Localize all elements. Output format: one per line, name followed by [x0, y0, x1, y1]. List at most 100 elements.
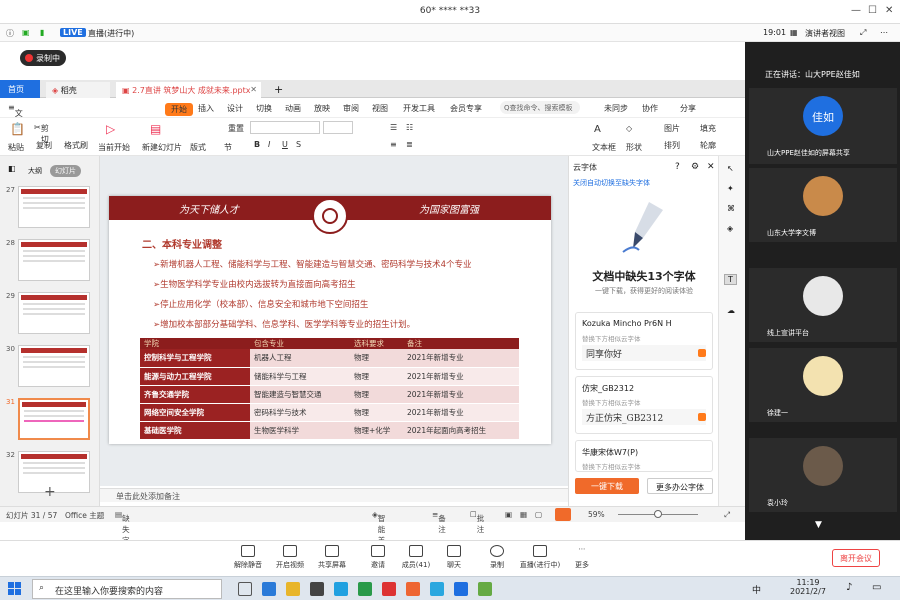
- notes-toggle[interactable]: ≡ 备注: [432, 510, 446, 534]
- paste-icon[interactable]: 📋: [10, 122, 25, 136]
- download-all-button[interactable]: 一键下载: [575, 478, 639, 494]
- chrome-icon[interactable]: [430, 582, 444, 596]
- new-tab-icon[interactable]: +: [268, 80, 289, 96]
- font-name-select[interactable]: [250, 121, 320, 134]
- help-icon[interactable]: ?: [675, 162, 680, 172]
- wechat-icon[interactable]: [358, 582, 372, 596]
- system-clock[interactable]: 11:19 2021/2/7: [790, 578, 826, 596]
- grid-icon[interactable]: ▦: [790, 28, 798, 37]
- menu-collab[interactable]: 协作: [642, 103, 658, 114]
- fit-window-icon[interactable]: ⤢: [724, 510, 730, 520]
- font-tool-icon[interactable]: T: [724, 274, 737, 285]
- notes-placeholder[interactable]: 单击此处添加备注: [116, 491, 180, 502]
- info-icon[interactable]: ⓘ: [6, 28, 14, 39]
- more-fonts-button[interactable]: 更多办公字体: [647, 478, 713, 494]
- minimize-icon[interactable]: —: [851, 5, 861, 16]
- zoom-slider-handle[interactable]: [654, 510, 662, 518]
- slide-thumb-27[interactable]: [18, 186, 90, 228]
- leave-meeting-button[interactable]: 离开会议: [832, 549, 880, 567]
- reset-button[interactable]: 重置: [228, 123, 244, 134]
- missing-font-status[interactable]: ▤ 缺失字体: [115, 510, 130, 556]
- pane-close-icon[interactable]: ✕: [707, 162, 715, 172]
- shape-tool-icon[interactable]: ◈: [727, 224, 733, 233]
- slide-title[interactable]: 二、本科专业调整: [142, 236, 222, 251]
- close-pane-icon[interactable]: ◧: [8, 164, 16, 173]
- menu-insert[interactable]: 插入: [198, 103, 214, 114]
- menu-review[interactable]: 审阅: [343, 103, 359, 114]
- comment-toggle[interactable]: ☐ 批注: [470, 510, 484, 534]
- section-button[interactable]: 节: [224, 142, 232, 153]
- current-slide[interactable]: 为天下储人才 为国家图富强 二、本科专业调整 ➢新增机器人工程、储能科学与工程、…: [109, 196, 551, 444]
- fullscreen-icon[interactable]: ⤢: [860, 28, 866, 38]
- sound-icon[interactable]: ♪: [846, 582, 852, 593]
- menu-transition[interactable]: 切换: [256, 103, 272, 114]
- slide-bullet[interactable]: ➢停止应用化学（校本部）、信息安全和城市地下空间招生: [153, 298, 368, 310]
- new-slide-button[interactable]: 新建幻灯片: [142, 142, 182, 153]
- shape-icon[interactable]: ◇: [626, 124, 632, 133]
- select-icon[interactable]: ↖: [727, 164, 734, 173]
- qq-icon[interactable]: [334, 582, 348, 596]
- arrange-button[interactable]: 排列: [664, 140, 680, 151]
- tab-close-icon[interactable]: ✕: [250, 85, 257, 94]
- taskbar-search-input[interactable]: ⌕ 在这里输入你要搜索的内容: [32, 579, 222, 599]
- slide-thumb-28[interactable]: [18, 239, 90, 281]
- share-screen-button[interactable]: 共享屏幕: [310, 545, 354, 575]
- menu-file[interactable]: ≡ 文件: [8, 103, 23, 129]
- tab-document[interactable]: ▣ 2.7直讲 筑梦山大 成就未来.pptx ✕: [116, 82, 261, 98]
- from-current-button[interactable]: 当前开始: [98, 142, 130, 153]
- outline-button[interactable]: 轮廓: [700, 140, 716, 151]
- font-card[interactable]: 仿宋_GB2312 替换下方相似云字体 方正仿宋_GB2312: [575, 376, 713, 434]
- edge-icon[interactable]: [262, 582, 276, 596]
- participant-tile[interactable]: 佳如 山大PPE赵佳如的屏幕共享: [749, 88, 897, 164]
- beautify-button[interactable]: ◈ 智能美化: [372, 510, 385, 556]
- task-view-icon[interactable]: [238, 582, 252, 596]
- copy-button[interactable]: 复制: [36, 140, 52, 151]
- menu-animation[interactable]: 动画: [285, 103, 301, 114]
- align-left-icon[interactable]: ≡: [390, 140, 397, 149]
- menu-view[interactable]: 视图: [372, 103, 388, 114]
- live-button[interactable]: 直播(进行中): [516, 545, 564, 575]
- fill-button[interactable]: 填充: [700, 123, 716, 134]
- menu-sync[interactable]: 未同步: [604, 103, 628, 114]
- align-center-icon[interactable]: ≣: [406, 140, 413, 149]
- download-icon[interactable]: [698, 413, 706, 421]
- strikethrough-icon[interactable]: S: [296, 140, 301, 149]
- menu-developer[interactable]: 开发工具: [403, 103, 435, 114]
- font-sample[interactable]: 方正仿宋_GB2312: [582, 409, 706, 425]
- scroll-down-icon[interactable]: ▼: [815, 520, 822, 530]
- slide-thumb-30[interactable]: [18, 345, 90, 387]
- participant-tile[interactable]: 线上宣讲平台: [749, 268, 897, 342]
- record-button[interactable]: 录制: [475, 545, 519, 575]
- shape-button[interactable]: 形状: [626, 142, 642, 153]
- wps-icon[interactable]: [382, 582, 396, 596]
- layout-button[interactable]: 版式: [190, 142, 206, 153]
- bold-icon[interactable]: B: [254, 140, 260, 149]
- sorter-view-icon[interactable]: ▦: [520, 510, 527, 519]
- property-icon[interactable]: ⌘: [727, 204, 735, 213]
- picture-button[interactable]: 图片: [664, 123, 680, 134]
- meeting-app-icon[interactable]: [454, 582, 468, 596]
- participant-tile[interactable]: 袁小玲: [749, 438, 897, 512]
- recording-indicator[interactable]: 录制中: [20, 50, 66, 66]
- menu-design[interactable]: 设计: [227, 103, 243, 114]
- slide-thumb-29[interactable]: [18, 292, 90, 334]
- slide-thumb-31[interactable]: [18, 398, 90, 440]
- backup-icon[interactable]: ☁: [727, 306, 735, 315]
- tab-draft[interactable]: ◈ 稻壳: [46, 82, 110, 98]
- windows-start-icon[interactable]: [8, 582, 22, 596]
- maximize-icon[interactable]: ☐: [868, 5, 877, 16]
- slide-bullet[interactable]: ➢新增机器人工程、储能科学与工程、智能建造与智慧交通、密码科学与技术4个专业: [153, 258, 472, 270]
- slides-view-tab[interactable]: 幻灯片: [50, 165, 81, 177]
- animation-icon[interactable]: ✦: [727, 184, 734, 193]
- notes-bar[interactable]: 单击此处添加备注: [100, 488, 568, 502]
- download-icon[interactable]: [698, 349, 706, 357]
- font-size-select[interactable]: [323, 121, 353, 134]
- slide-bullet[interactable]: ➢增加校本部部分基础学科、信息学科、医学学科等专业的招生计划。: [153, 318, 415, 330]
- font-card[interactable]: Kozuka Mincho Pr6N H 替换下方相似云字体 同享你好: [575, 312, 713, 370]
- notification-icon[interactable]: ▭: [872, 582, 881, 593]
- view-mode-button[interactable]: 演讲者视图: [805, 28, 845, 39]
- command-search[interactable]: Q查找命令、搜索模板: [500, 101, 580, 114]
- store-icon[interactable]: [310, 582, 324, 596]
- paste-button[interactable]: 粘贴: [8, 142, 24, 153]
- font-card[interactable]: 华康宋体W7(P) 替换下方相似云字体: [575, 440, 713, 472]
